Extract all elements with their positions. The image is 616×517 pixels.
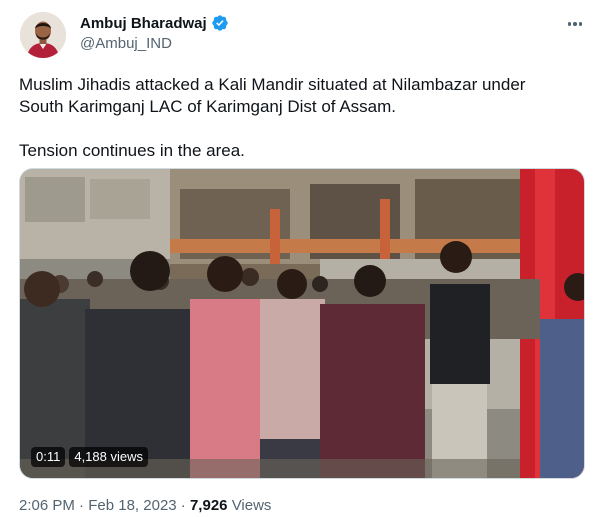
tweet-text-line: South Karimganj LAC of Karimganj Dist of… [19,97,396,116]
video-badges: 0:11 4,188 views [31,447,148,467]
tweet-views-label: Views [231,497,272,514]
video-duration: 0:11 [31,447,66,467]
author-avatar[interactable] [20,12,66,58]
author-display-name[interactable]: Ambuj Bharadwaj [80,15,207,32]
more-options-icon[interactable] [564,14,586,34]
video-player[interactable]: 0:11 4,188 views [19,168,585,479]
tweet-card: Ambuj Bharadwaj @Ambuj_IND Muslim Jihadi… [0,0,616,517]
avatar-image [20,12,66,58]
tweet-text: Muslim Jihadis attacked a Kali Mandir si… [19,74,589,162]
tweet-views-count: 7,926 [189,497,228,514]
tweet-text-line: Tension continues in the area. [19,141,245,160]
separator-dot: · [180,497,186,514]
tweet-date[interactable]: Feb 18, 2023 [88,497,176,514]
video-views: 4,188 views [69,447,148,467]
tweet-text-line: Muslim Jihadis attacked a Kali Mandir si… [19,75,526,94]
author-handle[interactable]: @Ambuj_IND [80,35,172,52]
video-thumbnail [20,169,584,478]
author-name-row: Ambuj Bharadwaj [80,13,229,33]
separator-dot: · [79,497,85,514]
tweet-metadata: 2:06 PM · Feb 18, 2023 · 7,926 Views [19,497,271,514]
tweet-time[interactable]: 2:06 PM [19,497,75,514]
verified-badge-icon [212,15,228,31]
